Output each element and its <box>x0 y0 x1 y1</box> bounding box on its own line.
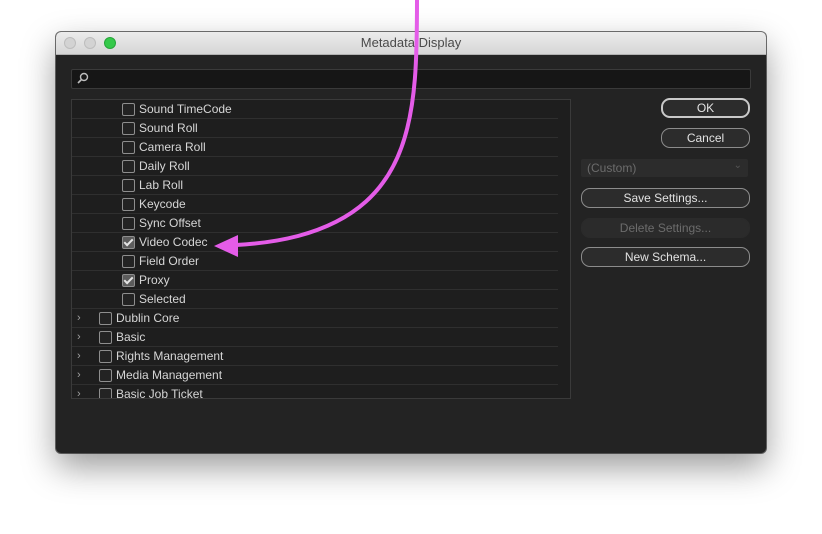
chevron-right-icon[interactable]: › <box>77 369 81 381</box>
list-item-label: Lab Roll <box>139 178 184 192</box>
list-item[interactable]: Camera Roll <box>72 138 558 157</box>
search-icon <box>77 72 89 84</box>
settings-select-value: (Custom) <box>587 161 637 175</box>
list-item[interactable]: Keycode <box>72 195 558 214</box>
checkbox[interactable] <box>99 369 112 382</box>
checkbox[interactable] <box>122 198 135 211</box>
list-item-label: Field Order <box>139 254 200 268</box>
list-item[interactable]: Daily Roll <box>72 157 558 176</box>
list-item-label: Basic Job Ticket <box>116 387 203 399</box>
search-input[interactable] <box>94 71 738 87</box>
metadata-display-dialog: Metadata Display Sound TimeCode Sound Rol… <box>56 32 766 453</box>
ok-button[interactable]: OK <box>661 98 750 118</box>
chevron-right-icon[interactable]: › <box>77 331 81 343</box>
new-schema-button[interactable]: New Schema... <box>581 247 750 267</box>
list-item[interactable]: › Basic <box>72 328 558 347</box>
chevron-down-icon: ⌄ <box>733 160 742 171</box>
list-item-label: Sync Offset <box>139 216 201 230</box>
settings-select[interactable]: (Custom) ⌄ <box>581 159 748 177</box>
checkbox[interactable] <box>122 103 135 116</box>
delete-settings-button[interactable]: Delete Settings... <box>581 218 750 238</box>
list-item[interactable]: Sound TimeCode <box>72 100 558 119</box>
checkbox[interactable] <box>122 293 135 306</box>
chevron-right-icon[interactable]: › <box>77 388 81 398</box>
list-item[interactable]: Field Order <box>72 252 558 271</box>
list-item[interactable]: Lab Roll <box>72 176 558 195</box>
cancel-button[interactable]: Cancel <box>661 128 750 148</box>
list-item[interactable]: Proxy <box>72 271 558 290</box>
checkbox[interactable] <box>122 217 135 230</box>
list-item[interactable]: › Media Management <box>72 366 558 385</box>
list-item-label: Sound TimeCode <box>139 102 232 116</box>
save-settings-button[interactable]: Save Settings... <box>581 188 750 208</box>
window-title: Metadata Display <box>360 35 462 50</box>
list-item[interactable]: › Rights Management <box>72 347 558 366</box>
list-item[interactable]: Sync Offset <box>72 214 558 233</box>
list-item-label: Sound Roll <box>139 121 198 135</box>
metadata-field-list[interactable]: Sound TimeCode Sound Roll Camera Roll Daily… <box>71 99 571 399</box>
list-item[interactable]: › Dublin Core <box>72 309 558 328</box>
list-item-label: Video Codec <box>139 235 208 249</box>
checkbox[interactable] <box>122 141 135 154</box>
title-bar[interactable]: Metadata Display <box>56 32 766 55</box>
list-item[interactable]: Sound Roll <box>72 119 558 138</box>
checkbox[interactable] <box>122 179 135 192</box>
list-item[interactable]: › Basic Job Ticket <box>72 385 558 399</box>
checkbox[interactable] <box>122 160 135 173</box>
list-item-label: Keycode <box>139 197 186 211</box>
list-item-label: Proxy <box>139 273 170 287</box>
checkbox[interactable] <box>99 331 112 344</box>
search-field[interactable] <box>71 69 751 89</box>
list-item-label: Rights Management <box>116 349 224 363</box>
chevron-right-icon[interactable]: › <box>77 350 81 362</box>
list-item-label: Daily Roll <box>139 159 190 173</box>
checkbox[interactable] <box>122 236 135 249</box>
checkbox[interactable] <box>99 350 112 363</box>
list-item-label: Basic <box>116 330 146 344</box>
list-item-label: Camera Roll <box>139 140 206 154</box>
checkbox[interactable] <box>99 312 112 325</box>
checkbox[interactable] <box>122 255 135 268</box>
list-item-label: Dublin Core <box>116 311 180 325</box>
list-item[interactable]: Selected <box>72 290 558 309</box>
checkbox[interactable] <box>122 274 135 287</box>
list-item-label: Media Management <box>116 368 223 382</box>
list-item[interactable]: Video Codec <box>72 233 558 252</box>
list-item-label: Selected <box>139 292 186 306</box>
checkbox[interactable] <box>122 122 135 135</box>
checkbox[interactable] <box>99 388 112 398</box>
chevron-right-icon[interactable]: › <box>77 312 81 324</box>
